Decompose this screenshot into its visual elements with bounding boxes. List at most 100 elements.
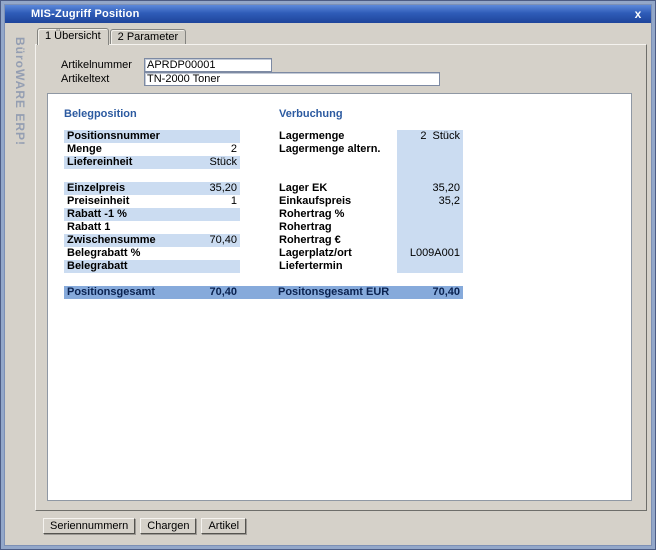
brand-text: BüroWARE ERP! xyxy=(13,37,27,146)
field-value-cell: 2Stück xyxy=(397,130,463,143)
belegposition-rows: PositionsnummerMenge2LiefereinheitStückE… xyxy=(64,130,240,273)
field-value-cell xyxy=(397,143,463,156)
tab-uebersicht[interactable]: 1 Übersicht xyxy=(37,28,109,45)
field-label: Rabatt 1 xyxy=(67,221,237,234)
field-value-cell xyxy=(397,260,463,273)
field-label: Rabatt -1 % xyxy=(67,208,237,221)
artikelnummer-input[interactable] xyxy=(144,58,272,72)
verbuchung-header: Verbuchung xyxy=(279,108,343,120)
field-label: Lagermenge altern. xyxy=(279,143,397,156)
field-label: Lagerplatz/ort xyxy=(279,247,397,260)
artikelnummer-row: Artikelnummer xyxy=(61,58,272,72)
field-value: 2 xyxy=(231,143,237,156)
verbuchung-row: Lager EK35,20 xyxy=(279,182,463,195)
field-value xyxy=(400,234,460,247)
window-title: MIS-Zugriff Position xyxy=(31,8,630,20)
positionsgesamt-value: 70,40 xyxy=(174,286,237,299)
belegposition-row: Einzelpreis35,20 xyxy=(64,182,240,195)
field-value-cell xyxy=(397,221,463,234)
main-area: 1 Übersicht2 Parameter Artikelnummer Art… xyxy=(35,23,651,545)
spacer-row xyxy=(279,169,463,182)
field-value xyxy=(400,208,460,221)
field-label: Rohertrag % xyxy=(279,208,397,221)
field-label: Einkaufspreis xyxy=(279,195,397,208)
verbuchung-row: Lagermenge2Stück xyxy=(279,130,463,143)
verbuchung-row xyxy=(279,156,463,169)
artikeltext-input[interactable] xyxy=(144,72,440,86)
field-label: Preiseinheit xyxy=(67,195,231,208)
artikeltext-row: Artikeltext xyxy=(61,72,440,86)
field-value xyxy=(400,260,460,273)
belegposition-row: Belegrabatt % xyxy=(64,247,240,260)
positionsgesamt-eur-label: Positonsgesamt EUR xyxy=(278,286,405,299)
field-label: Lagermenge xyxy=(279,130,397,143)
field-label: Belegrabatt xyxy=(67,260,237,273)
field-label: Liefereinheit xyxy=(67,156,209,169)
field-value-cell: L009A001 xyxy=(397,247,463,260)
window-body: BüroWARE ERP! 1 Übersicht2 Parameter Art… xyxy=(5,23,651,545)
field-label xyxy=(279,156,397,169)
artikel-button[interactable]: Artikel xyxy=(201,518,246,534)
position-detail-panel: Belegposition Verbuchung Positionsnummer… xyxy=(47,93,632,501)
belegposition-row: LiefereinheitStück xyxy=(64,156,240,169)
belegposition-header: Belegposition xyxy=(64,108,137,120)
field-label: Rohertrag xyxy=(279,221,397,234)
dialog-window: MIS-Zugriff Position x BüroWARE ERP! 1 Ü… xyxy=(0,0,656,550)
field-label: Rohertrag € xyxy=(279,234,397,247)
button-bar: Seriennummern Chargen Artikel xyxy=(35,511,647,545)
belegposition-row: Menge2 xyxy=(64,143,240,156)
total-row-spacer xyxy=(237,286,278,299)
verbuchung-row: Liefertermin xyxy=(279,260,463,273)
field-value: 70,40 xyxy=(209,234,237,247)
field-value xyxy=(400,169,460,182)
verbuchung-row: Rohertrag % xyxy=(279,208,463,221)
total-row: Positionsgesamt 70,40 Positonsgesamt EUR… xyxy=(64,286,463,299)
verbuchung-rows: Lagermenge2StückLagermenge altern. Lager … xyxy=(279,130,463,273)
belegposition-row: Rabatt -1 % xyxy=(64,208,240,221)
field-value xyxy=(400,221,460,234)
artikeltext-label: Artikeltext xyxy=(61,73,144,85)
belegposition-row: Zwischensumme70,40 xyxy=(64,234,240,247)
tab-bar: 1 Übersicht2 Parameter xyxy=(35,27,647,44)
close-button[interactable]: x xyxy=(630,7,646,21)
field-value: Stück xyxy=(209,156,237,169)
belegposition-row: Preiseinheit1 xyxy=(64,195,240,208)
tab-parameter[interactable]: 2 Parameter xyxy=(110,29,187,44)
field-label: Lager EK xyxy=(279,182,397,195)
field-value-cell xyxy=(397,208,463,221)
field-label: Belegrabatt % xyxy=(67,247,237,260)
field-value-cell: 35,20 xyxy=(397,182,463,195)
window-inner: MIS-Zugriff Position x BüroWARE ERP! 1 Ü… xyxy=(4,4,652,546)
field-value-cell xyxy=(397,169,463,182)
verbuchung-row: Rohertrag € xyxy=(279,234,463,247)
field-value xyxy=(400,156,460,169)
field-value-cell xyxy=(397,156,463,169)
verbuchung-row: Einkaufspreis35,2 xyxy=(279,195,463,208)
field-label: Positionsnummer xyxy=(67,130,237,143)
tab-page-uebersicht: Artikelnummer Artikeltext Belegposition … xyxy=(35,44,647,511)
belegposition-row: Positionsnummer xyxy=(64,130,240,143)
chargen-button[interactable]: Chargen xyxy=(140,518,196,534)
field-value-cell xyxy=(397,234,463,247)
verbuchung-row: Lagerplatz/ortL009A001 xyxy=(279,247,463,260)
field-label: Einzelpreis xyxy=(67,182,209,195)
belegposition-row: Rabatt 1 xyxy=(64,221,240,234)
field-value: 35,20 xyxy=(400,182,460,195)
field-label: Liefertermin xyxy=(279,260,397,273)
spacer-row xyxy=(64,169,240,182)
positionsgesamt-label: Positionsgesamt xyxy=(64,286,174,299)
titlebar[interactable]: MIS-Zugriff Position x xyxy=(5,5,651,23)
field-value: 1 xyxy=(231,195,237,208)
belegposition-row: Belegrabatt xyxy=(64,260,240,273)
verbuchung-row: Rohertrag xyxy=(279,221,463,234)
field-label: Zwischensumme xyxy=(67,234,209,247)
brand-strip: BüroWARE ERP! xyxy=(5,23,35,545)
positionsgesamt-eur-value: 70,40 xyxy=(405,286,463,299)
field-value xyxy=(400,143,460,156)
field-label xyxy=(279,169,397,182)
field-label: Menge xyxy=(67,143,231,156)
artikelnummer-label: Artikelnummer xyxy=(61,59,144,71)
field-value-cell: 35,2 xyxy=(397,195,463,208)
seriennummern-button[interactable]: Seriennummern xyxy=(43,518,135,534)
field-value: L009A001 xyxy=(400,247,460,260)
